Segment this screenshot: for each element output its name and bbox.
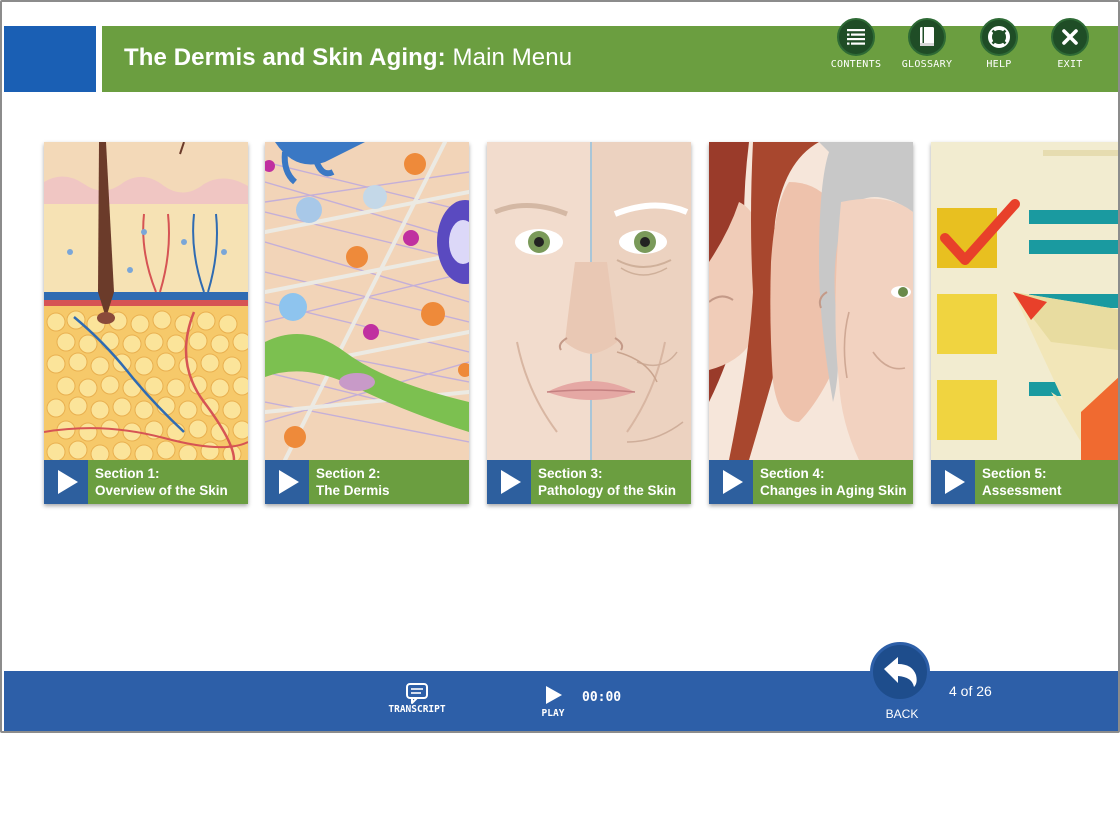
section-3-caption: Section 3: Pathology of the Skin (538, 466, 677, 498)
aging-faces-illustration (709, 142, 913, 460)
play-button[interactable]: PLAY (532, 684, 574, 719)
back-button[interactable] (870, 642, 930, 702)
brand-block (4, 26, 96, 92)
section-4-caption: Section 4: Changes in Aging Skin (760, 466, 907, 498)
exit-label: EXIT (1057, 59, 1083, 70)
course-player-window: The Dermis and Skin Aging: Main Menu CON… (0, 0, 1120, 733)
transcript-label: TRANSCRIPT (388, 704, 446, 715)
help-label: HELP (986, 59, 1012, 70)
section-card-2[interactable]: Section 2: The Dermis (265, 142, 469, 504)
contents-button[interactable]: CONTENTS (820, 18, 892, 74)
lifebuoy-icon (988, 26, 1010, 48)
title-bold: The Dermis and Skin Aging: (124, 44, 446, 71)
dermis-fibers-illustration (265, 142, 469, 460)
time-readout: 00:00 (582, 690, 622, 705)
back-arrow-icon (884, 657, 917, 687)
page-counter: 4 of 26 (949, 683, 992, 699)
face-comparison-illustration (487, 142, 691, 460)
play-label: PLAY (541, 708, 565, 719)
section-5-caption: Section 5: Assessment (982, 466, 1062, 498)
exit-button[interactable]: EXIT (1034, 18, 1106, 74)
section-card-1[interactable]: Section 1: Overview of the Skin (44, 142, 248, 504)
section-card-4[interactable]: Section 4: Changes in Aging Skin (709, 142, 913, 504)
glossary-button[interactable]: GLOSSARY (891, 18, 963, 74)
skin-cross-section-illustration (44, 142, 248, 460)
list-icon (847, 29, 865, 45)
play-icon[interactable] (44, 460, 88, 504)
play-icon[interactable] (931, 460, 975, 504)
transcript-button[interactable]: TRANSCRIPT (384, 682, 450, 715)
close-icon (1062, 29, 1078, 45)
speech-bubble-icon (406, 683, 428, 704)
back-label: BACK (885, 707, 919, 721)
contents-label: CONTENTS (830, 59, 882, 70)
play-icon[interactable] (265, 460, 309, 504)
play-icon (546, 686, 562, 704)
glossary-label: GLOSSARY (901, 59, 953, 70)
title-light: Main Menu (452, 44, 573, 71)
section-2-caption: Section 2: The Dermis (316, 466, 390, 498)
section-card-5[interactable]: Section 5: Assessment (931, 142, 1118, 504)
help-button[interactable]: HELP (963, 18, 1035, 74)
assessment-checklist-illustration (931, 142, 1118, 460)
play-icon[interactable] (709, 460, 753, 504)
section-card-3[interactable]: Section 3: Pathology of the Skin (487, 142, 691, 504)
page-title: The Dermis and Skin Aging: Main Menu (124, 44, 572, 72)
play-icon[interactable] (487, 460, 531, 504)
section-1-caption: Section 1: Overview of the Skin (95, 466, 228, 498)
book-icon (920, 27, 934, 46)
